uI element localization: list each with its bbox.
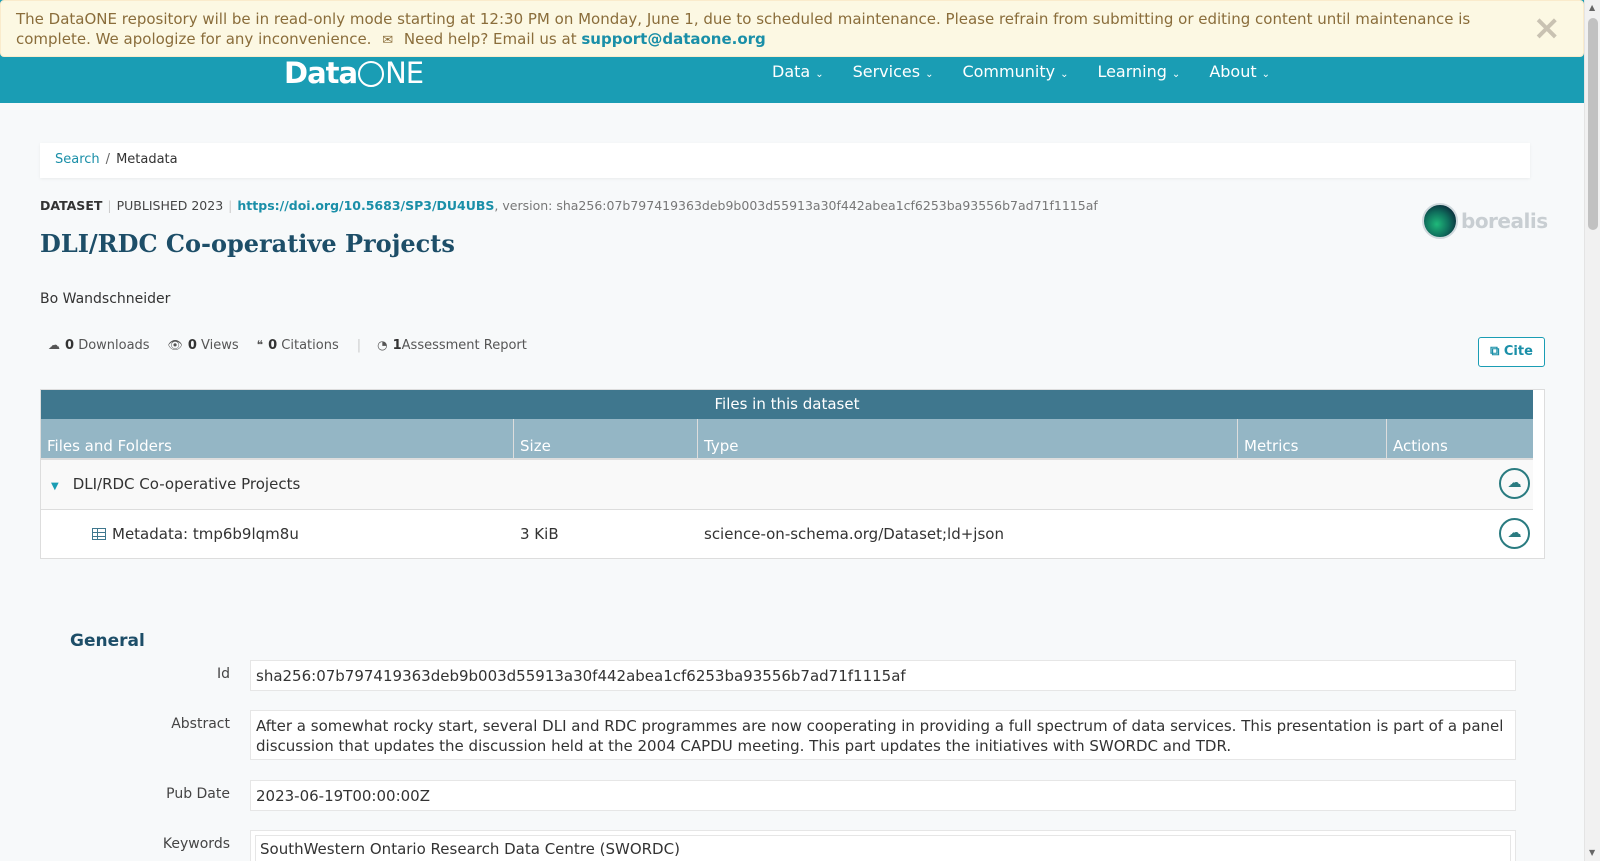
eye-icon: 👁 [167, 338, 183, 352]
breadcrumb-current: Metadata [116, 152, 178, 167]
col-type[interactable]: Type [698, 419, 1238, 460]
table-row[interactable]: Metadata: tmp6b9lqm8u 3 KiB science-on-s… [41, 510, 1533, 560]
col-size[interactable]: Size [514, 419, 698, 460]
download-file-button[interactable]: ☁ [1499, 518, 1530, 549]
table-icon [92, 528, 106, 540]
download-folder-button[interactable]: ☁ [1499, 468, 1530, 499]
doi-link[interactable]: https://doi.org/10.5683/SP3/DU4UBS [237, 198, 494, 213]
pubdate-value: 2023-06-19T00:00:00Z [250, 780, 1516, 811]
general-section-title: General [70, 631, 145, 651]
published-year: PUBLISHED 2023 [116, 198, 224, 213]
col-files-folders[interactable]: Files and Folders [41, 419, 514, 460]
scrollbar-thumb[interactable] [1588, 18, 1598, 230]
files-table-title: Files in this dataset [41, 390, 1533, 419]
page-scrollbar[interactable]: ▲ ▼ [1584, 0, 1600, 861]
folder-row[interactable]: ▼ DLI/RDC Co-operative Projects ☁ [41, 460, 1533, 510]
cloud-download-icon: ☁ [1507, 475, 1522, 491]
cite-button[interactable]: ⧉ Cite [1478, 337, 1545, 367]
metrics-bar: ☁ 0 Downloads 👁 0 Views ❝ 0 Citations | ◔ 1A… [48, 338, 527, 353]
views-metric[interactable]: 👁 0 Views [168, 338, 239, 353]
folder-name: DLI/RDC Co-operative Projects [72, 475, 301, 493]
main-nav: Data ⌄ Services ⌄ Community ⌄ Learning ⌄ Abo… [772, 62, 1270, 81]
col-metrics[interactable]: Metrics [1238, 419, 1387, 460]
citations-metric[interactable]: ❝ 0 Citations [257, 338, 339, 353]
alert-help-text: Need help? Email us at [403, 30, 577, 48]
gauge-icon: ◔ [377, 338, 388, 352]
nav-learning[interactable]: Learning ⌄ [1097, 62, 1180, 81]
pubdate-label: Pub Date [166, 786, 230, 802]
borealis-logo[interactable]: borealis [1422, 203, 1548, 239]
nav-about[interactable]: About ⌄ [1209, 62, 1270, 81]
downloads-metric[interactable]: ☁ 0 Downloads [48, 338, 150, 353]
keywords-label: Keywords [162, 836, 230, 852]
nav-data[interactable]: Data ⌄ [772, 62, 824, 81]
id-label: Id [216, 666, 230, 682]
close-icon[interactable]: × [1533, 11, 1562, 45]
chevron-down-icon: ⌄ [815, 69, 824, 80]
keyword-item: SouthWestern Ontario Research Data Centr… [255, 835, 1511, 861]
breadcrumb-search-link[interactable]: Search [55, 152, 100, 167]
dataset-meta-line: DATASET | PUBLISHED 2023 | https://doi.org/1… [40, 198, 1098, 213]
support-email-link[interactable]: support@dataone.org [581, 30, 765, 48]
nav-community[interactable]: Community ⌄ [962, 62, 1068, 81]
scroll-up-icon[interactable]: ▲ [1589, 4, 1595, 12]
chevron-down-icon: ⌄ [1060, 69, 1069, 80]
copy-icon: ⧉ [1490, 344, 1500, 359]
globe-icon [358, 61, 385, 87]
quote-icon: ❝ [256, 338, 264, 352]
dataset-author: Bo Wandschneider [40, 291, 171, 307]
dataset-title: DLI/RDC Co-operative Projects [40, 229, 455, 258]
chevron-down-icon: ⌄ [925, 69, 934, 80]
file-size: 3 KiB [520, 525, 559, 543]
file-type: science-on-schema.org/Dataset;ld+json [704, 525, 1004, 543]
chevron-down-icon: ⌄ [1261, 69, 1271, 80]
cloud-download-icon: ☁ [1507, 525, 1522, 541]
dataone-logo[interactable]: Data NE [284, 56, 424, 90]
caret-down-icon[interactable]: ▼ [51, 481, 59, 492]
scroll-down-icon[interactable]: ▼ [1589, 849, 1595, 857]
envelope-icon: ✉ [382, 33, 394, 48]
id-value: sha256:07b797419363deb9b003d55913a30f442… [250, 660, 1516, 691]
abstract-value: After a somewhat rocky start, several DL… [250, 710, 1516, 760]
chevron-down-icon: ⌄ [1171, 69, 1181, 80]
col-actions[interactable]: Actions [1387, 419, 1533, 460]
abstract-label: Abstract [171, 716, 230, 732]
files-table: Files in this dataset Files and Folders … [40, 389, 1545, 559]
cloud-download-icon: ☁ [48, 338, 60, 352]
nav-services[interactable]: Services ⌄ [853, 62, 934, 81]
version-text: , version: sha256:07b797419363deb9b003d5… [494, 198, 1098, 213]
borealis-emblem-icon [1422, 203, 1458, 239]
assessment-report-metric[interactable]: ◔ 1Assessment Report [377, 338, 527, 353]
dataset-type: DATASET [40, 198, 103, 213]
maintenance-alert: The DataONE repository will be in read-o… [0, 0, 1584, 57]
breadcrumb: Search / Metadata [40, 143, 1530, 178]
keywords-box: SouthWestern Ontario Research Data Centr… [250, 830, 1516, 861]
files-table-header: Files and Folders Size Type Metrics Acti… [41, 419, 1533, 460]
file-name[interactable]: Metadata: tmp6b9lqm8u [112, 525, 299, 543]
